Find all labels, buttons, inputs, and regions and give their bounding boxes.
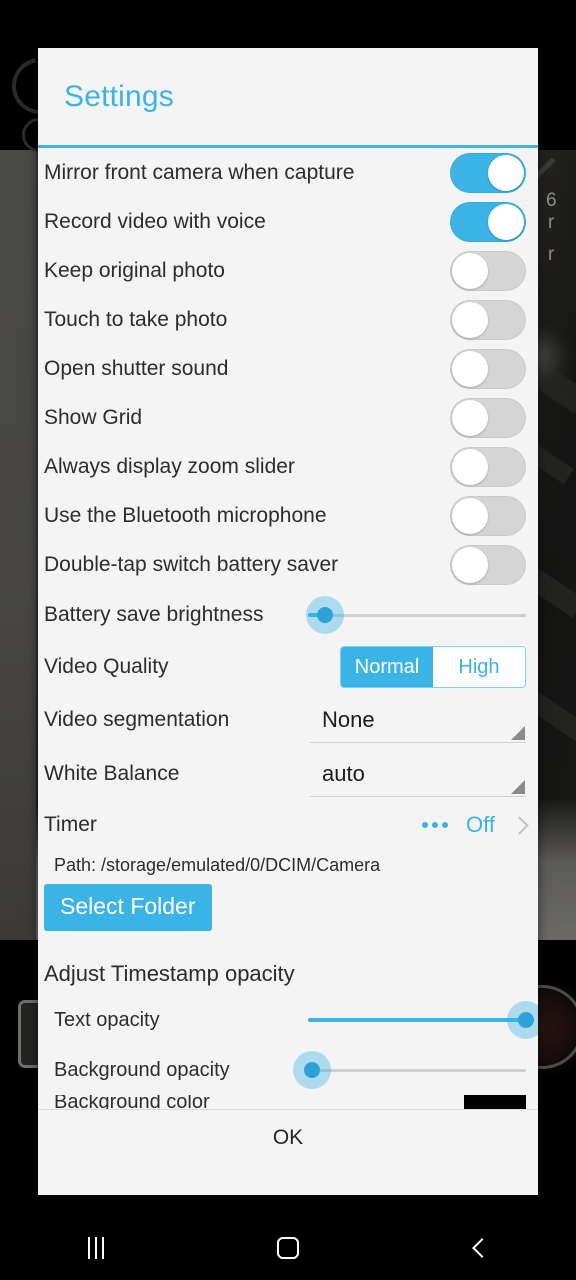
slider-battery-save-brightness[interactable]	[306, 595, 526, 635]
setting-row-always-display-zoom-slider[interactable]: Always display zoom slider	[38, 442, 538, 491]
nav-home-button[interactable]	[192, 1216, 384, 1280]
select-folder-button[interactable]: Select Folder	[44, 884, 212, 931]
slider-thumb[interactable]	[317, 607, 334, 623]
slider-text-opacity[interactable]	[308, 1000, 538, 1040]
dropdown-caret-icon	[511, 780, 525, 794]
preview-left-strip	[0, 150, 36, 940]
setting-row-use-bluetooth-microphone[interactable]: Use the Bluetooth microphone	[38, 491, 538, 540]
setting-label: Timer	[44, 813, 97, 836]
setting-row-touch-to-take-photo[interactable]: Touch to take photo	[38, 295, 538, 344]
toggle-knob	[452, 399, 488, 436]
setting-row-mirror-front-camera[interactable]: Mirror front camera when capture	[38, 148, 538, 197]
setting-row-timer[interactable]: Timer Off	[38, 801, 538, 849]
setting-row-battery-save-brightness[interactable]: Battery save brightness	[38, 589, 538, 641]
toggle-record-video-with-voice[interactable]	[450, 201, 526, 242]
nav-back-button[interactable]	[384, 1216, 576, 1280]
toggle-use-bluetooth-microphone[interactable]	[450, 495, 526, 536]
timer-value-group[interactable]: Off	[422, 812, 529, 838]
home-icon	[277, 1237, 299, 1259]
setting-label: Use the Bluetooth microphone	[44, 503, 327, 527]
setting-row-background-color[interactable]: Background color	[38, 1095, 538, 1109]
segment-normal[interactable]: Normal	[341, 647, 433, 687]
toggle-knob	[452, 350, 488, 387]
storage-path-text: Path: /storage/emulated/0/DCIM/Camera	[54, 855, 381, 875]
timer-value: Off	[466, 812, 495, 837]
nav-recents-button[interactable]	[0, 1216, 192, 1280]
setting-row-background-opacity[interactable]: Background opacity	[38, 1045, 538, 1095]
dropdown-caret-icon	[511, 726, 525, 740]
toggle-keep-original-photo[interactable]	[450, 250, 526, 291]
setting-label: Video Quality	[44, 655, 169, 678]
toggle-double-tap-battery-saver[interactable]	[450, 544, 526, 585]
setting-label: Touch to take photo	[44, 307, 228, 331]
preview-text-fragment: r	[548, 244, 555, 265]
setting-label: White Balance	[44, 762, 180, 785]
android-navigation-bar	[0, 1216, 576, 1280]
setting-row-double-tap-battery-saver[interactable]: Double-tap switch battery saver	[38, 540, 538, 589]
toggle-knob	[452, 497, 488, 534]
phone-screen: 6 r r Settings Mirror front camera when …	[0, 0, 576, 1280]
segment-high[interactable]: High	[433, 647, 525, 687]
back-icon	[472, 1238, 492, 1258]
slider-thumb[interactable]	[518, 1012, 534, 1028]
toggle-touch-to-take-photo[interactable]	[450, 299, 526, 340]
setting-label: Keep original photo	[44, 258, 225, 282]
page-title: Settings	[64, 79, 174, 113]
slider-track	[308, 1068, 526, 1072]
setting-row-open-shutter-sound[interactable]: Open shutter sound	[38, 344, 538, 393]
setting-label: Mirror front camera when capture	[44, 160, 355, 184]
setting-row-record-video-with-voice[interactable]: Record video with voice	[38, 197, 538, 246]
toggle-mirror-front-camera[interactable]	[450, 152, 526, 193]
toggle-knob	[452, 252, 488, 289]
setting-label: Text opacity	[54, 1008, 160, 1031]
setting-row-show-grid[interactable]: Show Grid	[38, 393, 538, 442]
setting-label: Open shutter sound	[44, 356, 229, 380]
setting-row-keep-original-photo[interactable]: Keep original photo	[38, 246, 538, 295]
toggle-knob	[452, 546, 488, 583]
preview-text-fragment: r	[548, 212, 555, 233]
setting-row-video-segmentation[interactable]: Video segmentation None	[38, 693, 538, 747]
toggle-knob	[488, 203, 524, 240]
setting-label: Video segmentation	[44, 708, 230, 731]
dropdown-value: auto	[322, 760, 365, 786]
setting-label: Record video with voice	[44, 209, 266, 233]
setting-label: Background opacity	[54, 1058, 230, 1081]
setting-label: Show Grid	[44, 405, 143, 429]
overflow-dots-icon[interactable]	[422, 822, 449, 828]
settings-dialog: Settings Mirror front camera when captur…	[38, 48, 538, 1195]
toggle-show-grid[interactable]	[450, 397, 526, 438]
toggle-knob	[452, 301, 488, 338]
ok-button[interactable]: OK	[243, 1120, 333, 1156]
slider-fill	[308, 1018, 526, 1022]
timestamp-section-title: Adjust Timestamp opacity	[44, 961, 295, 986]
dropdown-value: None	[322, 706, 375, 732]
dropdown-white-balance[interactable]: auto	[310, 751, 526, 797]
toggle-knob	[488, 154, 524, 191]
slider-background-opacity[interactable]	[293, 1050, 526, 1090]
setting-row-video-quality[interactable]: Video Quality Normal High	[38, 641, 538, 693]
dialog-header: Settings	[38, 48, 538, 148]
dialog-footer: OK	[38, 1109, 538, 1195]
setting-row-text-opacity[interactable]: Text opacity	[38, 995, 538, 1045]
slider-thumb[interactable]	[304, 1062, 321, 1078]
toggle-open-shutter-sound[interactable]	[450, 348, 526, 389]
preview-text-fragment: 6	[546, 190, 557, 211]
setting-label: Double-tap switch battery saver	[44, 552, 339, 576]
chevron-right-icon	[510, 815, 529, 835]
toggle-knob	[452, 448, 488, 485]
setting-label: Always display zoom slider	[44, 454, 295, 478]
background-color-swatch[interactable]	[464, 1095, 526, 1109]
dropdown-video-segmentation[interactable]: None	[310, 697, 526, 743]
setting-row-white-balance[interactable]: White Balance auto	[38, 747, 538, 801]
toggle-always-display-zoom-slider[interactable]	[450, 446, 526, 487]
settings-list[interactable]: Mirror front camera when capture Record …	[38, 148, 538, 1109]
setting-label: Battery save brightness	[44, 603, 264, 626]
setting-label: Background color	[54, 1095, 210, 1109]
segmented-control-video-quality[interactable]: Normal High	[340, 646, 526, 688]
recents-icon	[88, 1237, 104, 1259]
